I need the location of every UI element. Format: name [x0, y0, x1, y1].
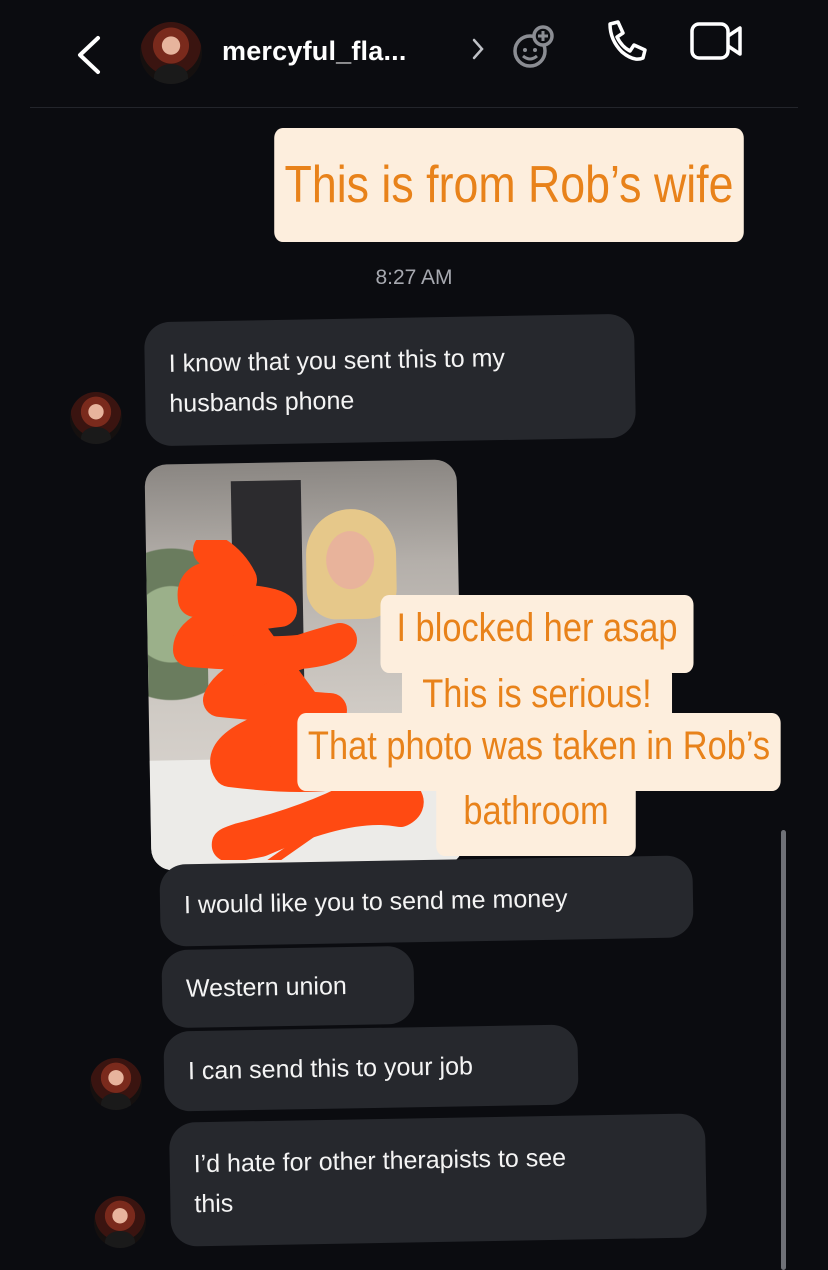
message-text: I would like you to send me money [183, 884, 568, 920]
chat-header: mercyful_fla... [0, 0, 828, 108]
phone-icon[interactable] [600, 16, 650, 66]
message-bubble[interactable]: I know that you sent this to my husbands… [143, 313, 637, 447]
username[interactable]: mercyful_fla... [222, 36, 407, 67]
avatar[interactable] [94, 1196, 146, 1248]
header-divider [30, 107, 798, 108]
avatar[interactable] [140, 22, 202, 84]
red-scribble-annotation [173, 540, 424, 860]
message-bubble[interactable]: Western union [161, 945, 415, 1029]
avatar[interactable] [70, 392, 122, 444]
chevron-left-icon[interactable] [70, 30, 110, 80]
message-timestamp: 8:27 AM [375, 266, 453, 289]
message-text: I can send this to your job [187, 1052, 474, 1086]
caption-line: bathroom [436, 778, 636, 856]
message-text: husbands phone [169, 386, 355, 418]
message-bubble[interactable]: I would like you to send me money [159, 855, 694, 947]
message-text: this [194, 1189, 234, 1219]
message-bubble[interactable]: I’d hate for other therapists to see thi… [168, 1113, 708, 1247]
add-sticker-icon[interactable] [508, 22, 558, 72]
avatar[interactable] [90, 1058, 142, 1110]
chevron-right-icon[interactable] [468, 34, 488, 64]
video-camera-icon[interactable] [688, 18, 744, 64]
message-bubble[interactable]: I can send this to your job [163, 1024, 579, 1112]
message-text: Western union [185, 971, 347, 1003]
caption-top: This is from Rob’s wife [274, 128, 744, 242]
caption-line: I blocked her asap [380, 595, 694, 673]
scrollbar[interactable] [781, 830, 786, 1270]
